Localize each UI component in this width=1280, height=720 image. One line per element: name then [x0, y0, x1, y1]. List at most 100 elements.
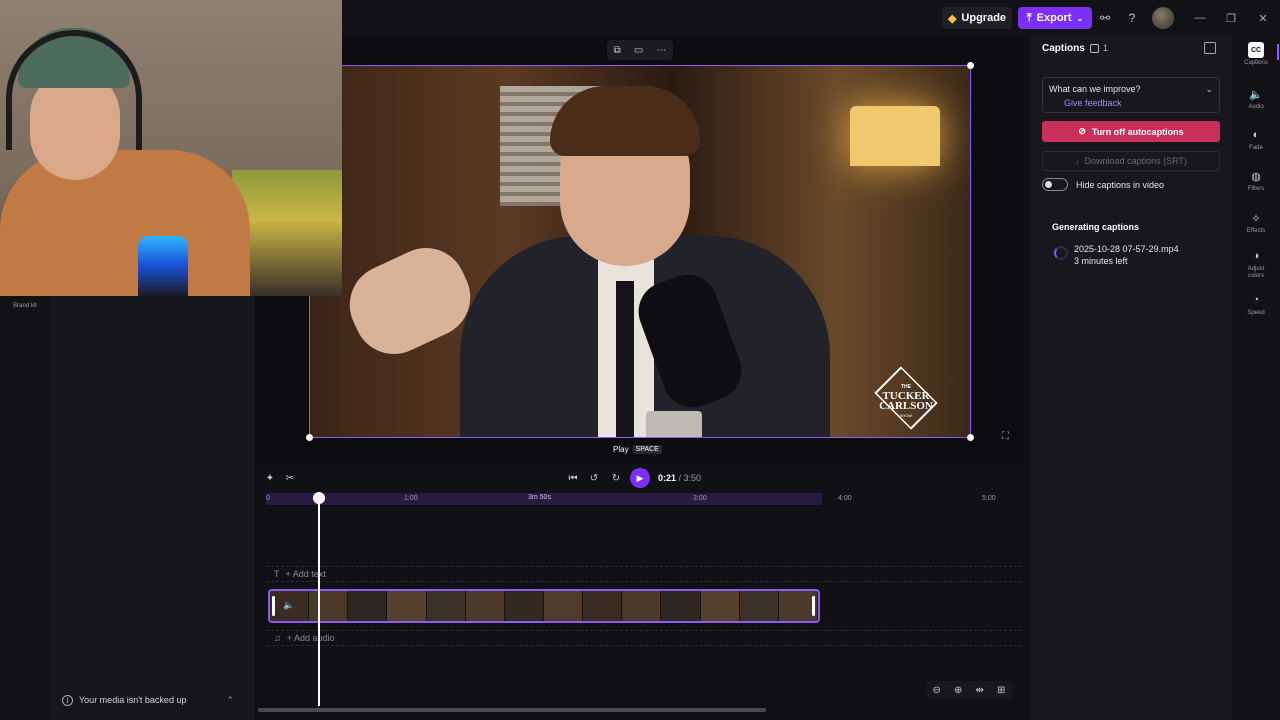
clip-thumbnail: [309, 591, 349, 621]
rail-label: Filters: [1247, 186, 1265, 192]
skip-back-icon[interactable]: ⏮: [565, 470, 581, 486]
crop-icon[interactable]: ⧉: [614, 45, 621, 56]
captions-off-icon: ⊘: [1078, 126, 1086, 136]
magic-icon[interactable]: ✦: [262, 470, 278, 486]
turn-off-autocaptions-button[interactable]: ⊘ Turn off autocaptions: [1042, 121, 1220, 142]
rail-item-audio[interactable]: 🔈 Audio: [1236, 86, 1276, 111]
caption-count: 1: [1090, 43, 1108, 53]
video-frame[interactable]: THE TUCKER CARLSON SHOW: [309, 65, 971, 438]
ruler-tick: 4:00: [838, 495, 852, 502]
duration-badge: 3m 50s: [528, 494, 551, 501]
feedback-question: What can we improve?: [1049, 84, 1141, 94]
info-icon: i: [62, 694, 73, 706]
zoom-in-icon[interactable]: ⊕: [954, 685, 962, 696]
rail-item-filters[interactable]: ◍ Filters: [1236, 168, 1276, 193]
loading-spinner-icon: [1054, 246, 1068, 260]
clip-thumbnail: [543, 591, 584, 621]
panel-title: Captions: [1042, 43, 1085, 54]
fit-icon[interactable]: ▭: [634, 45, 643, 56]
fade-icon: ◐: [1252, 129, 1260, 141]
close-icon[interactable]: ✕: [1253, 8, 1273, 28]
rail-label: Captions: [1244, 60, 1268, 66]
give-feedback-link[interactable]: Give feedback: [1064, 98, 1122, 108]
rail-label: Audio: [1248, 104, 1264, 110]
clip-trim-right[interactable]: [812, 596, 815, 616]
clip-thumbnail: [583, 591, 623, 621]
restore-icon[interactable]: ❐: [1221, 8, 1241, 28]
webcam-hoodie: [0, 150, 250, 296]
caption-count-value: 1: [1103, 43, 1109, 53]
play-button[interactable]: ▶: [630, 468, 650, 488]
volume-icon[interactable]: 🔈: [283, 600, 294, 611]
resize-handle-br[interactable]: [967, 434, 974, 441]
upload-icon: ⤒: [1026, 11, 1032, 24]
minimize-icon[interactable]: —: [1190, 8, 1210, 28]
left-nav: [0, 296, 50, 720]
total-time: / 3:50: [678, 473, 702, 483]
expand-timeline-icon[interactable]: ⊞: [997, 685, 1005, 696]
export-label: Export: [1036, 12, 1072, 24]
play-icon: ▶: [636, 472, 644, 483]
ruler-tick: 3:00: [693, 495, 707, 502]
generating-title: Generating captions: [1052, 222, 1140, 232]
rail-active-indicator: [1277, 44, 1279, 60]
feedback-box[interactable]: What can we improve? Give feedback ⌄: [1042, 77, 1220, 113]
export-button[interactable]: ⤒ Export ⌄: [1018, 7, 1092, 29]
help-icon[interactable]: ?: [1121, 7, 1143, 29]
more-icon[interactable]: ⋯: [656, 45, 666, 56]
rail-label: Fade: [1249, 145, 1263, 151]
chevron-down-icon: ⌄: [1076, 13, 1084, 23]
collapse-panel-icon[interactable]: [1204, 42, 1216, 54]
clip-thumbnail: [504, 591, 544, 621]
resize-handle-bl[interactable]: [306, 434, 313, 441]
rail-item-fade[interactable]: ◐ Fade: [1236, 127, 1276, 152]
scissors-icon[interactable]: ✂: [282, 470, 298, 486]
clip-trim-left[interactable]: [272, 596, 275, 616]
logo-line4: SHOW: [899, 413, 913, 418]
audio-icon: 🔈: [1249, 88, 1263, 101]
diamond-icon: ◆: [947, 12, 957, 25]
generating-time-left: 3 minutes left: [1074, 256, 1128, 266]
chevron-down-icon: ⌄: [1205, 84, 1213, 94]
rewind-icon[interactable]: ↺: [586, 470, 602, 486]
tooltip-shortcut: SPACE: [632, 444, 662, 454]
fit-timeline-icon[interactable]: ⇹: [976, 685, 984, 696]
download-icon: ↓: [1075, 156, 1080, 166]
brand-kit-nav[interactable]: Brand kit: [6, 303, 44, 309]
rail-item-speed[interactable]: ◔ Speed: [1236, 292, 1276, 317]
hide-captions-label: Hide captions in video: [1076, 180, 1165, 190]
upgrade-button[interactable]: ◆ Upgrade: [942, 7, 1012, 29]
download-captions-button[interactable]: ↓ Download captions (SRT): [1042, 151, 1220, 171]
rail-item-captions[interactable]: CC Captions: [1236, 42, 1276, 67]
forward-icon[interactable]: ↻: [608, 470, 624, 486]
backup-notice[interactable]: i Your media isn't backed up ⌃: [50, 688, 244, 712]
zoom-out-icon[interactable]: ⊖: [933, 685, 941, 696]
video-clip[interactable]: [268, 589, 820, 623]
play-tooltip: Play SPACE: [613, 442, 662, 456]
effects-icon: ✧: [1251, 212, 1261, 225]
audio-track[interactable]: ♫ + Add audio: [266, 630, 1022, 646]
resize-handle-tr[interactable]: [967, 62, 974, 69]
timeline-scrollbar[interactable]: [258, 708, 766, 712]
music-icon: ♫: [274, 633, 281, 643]
hide-captions-toggle[interactable]: [1042, 178, 1068, 191]
share-link-icon[interactable]: ⚯: [1094, 7, 1116, 29]
video-cup: [646, 411, 702, 437]
current-time: 0:21: [658, 473, 677, 483]
video-lamp: [850, 106, 940, 166]
logo-line2-3: TUCKER CARLSON: [858, 391, 954, 412]
fullscreen-icon[interactable]: ⛶: [1002, 431, 1014, 443]
playhead-handle[interactable]: [313, 492, 325, 504]
clip-thumbnail: [661, 591, 701, 621]
playhead[interactable]: [318, 500, 320, 706]
zoom-controls: ⊖ ⊕ ⇹ ⊞: [926, 681, 1012, 699]
rail-item-adjust-colors[interactable]: ◑ Adjust colors: [1236, 248, 1276, 280]
turn-off-label: Turn off autocaptions: [1091, 126, 1184, 137]
media-panel: [50, 296, 254, 720]
clip-thumbnail: [387, 591, 427, 621]
text-track[interactable]: T + Add text: [266, 566, 1022, 582]
avatar[interactable]: [1152, 7, 1174, 29]
rail-label: Effects: [1246, 228, 1266, 234]
rail-label: Adjust colors: [1247, 266, 1265, 279]
rail-item-effects[interactable]: ✧ Effects: [1236, 210, 1276, 235]
